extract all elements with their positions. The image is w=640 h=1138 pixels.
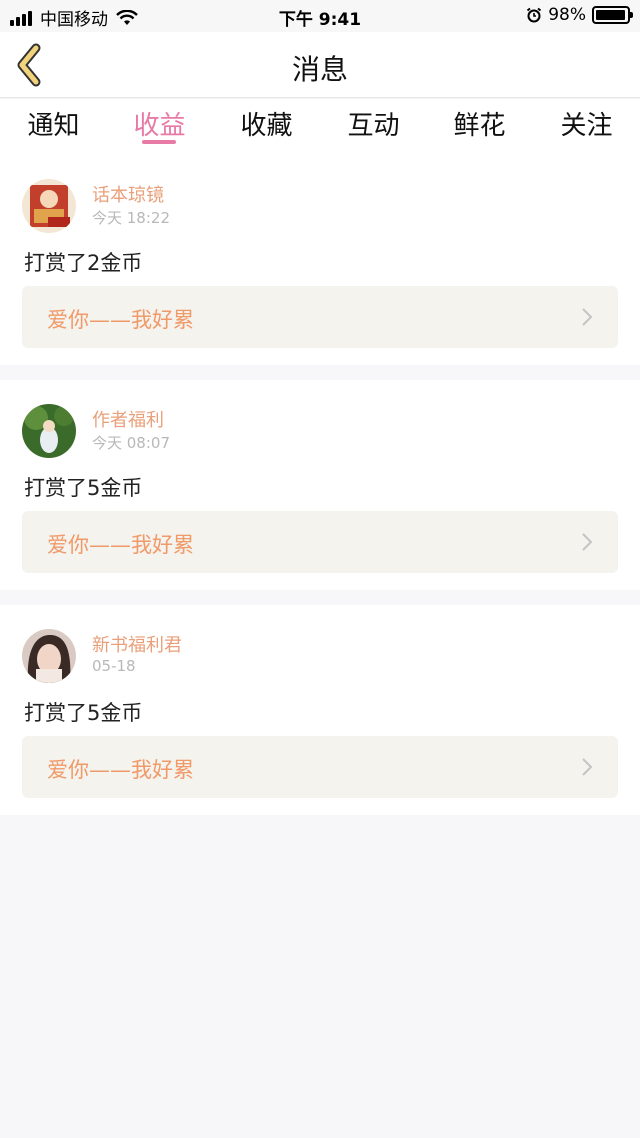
nav-bar: 消息	[0, 32, 640, 98]
avatar[interactable]	[22, 629, 76, 683]
chevron-right-icon	[582, 308, 593, 326]
battery-percent: 98%	[548, 5, 586, 25]
book-link[interactable]: 爱你——我好累	[22, 286, 618, 348]
message-text: 打赏了2金币	[24, 251, 143, 275]
page-title: 消息	[291, 53, 348, 86]
tab-bar: 通知 收益 收藏 互动 鲜花 关注	[0, 99, 640, 155]
message-card: 话本琼镜 今天 18:22 打赏了2金币 爱你——我好累	[0, 155, 640, 365]
sender-name[interactable]: 作者福利	[92, 406, 164, 432]
message-time: 今天 08:07	[92, 434, 170, 452]
message-card: 作者福利 今天 08:07 打赏了5金币 爱你——我好累	[0, 380, 640, 590]
active-tab-indicator	[142, 140, 176, 144]
alarm-icon	[527, 7, 542, 23]
tab-interaction[interactable]: 互动	[320, 105, 427, 142]
avatar[interactable]	[22, 179, 76, 233]
status-bar: 中国移动 下午 9:41 98%	[0, 0, 640, 32]
tab-notice[interactable]: 通知	[0, 105, 107, 142]
battery-icon	[592, 6, 633, 24]
book-title: 爱你——我好累	[47, 533, 194, 557]
status-right: 98%	[526, 5, 633, 25]
tab-favorites[interactable]: 收藏	[213, 105, 320, 142]
book-link[interactable]: 爱你——我好累	[22, 736, 618, 798]
message-text: 打赏了5金币	[24, 701, 143, 725]
sender-name[interactable]: 新书福利君	[92, 631, 182, 657]
battery-fill	[596, 10, 626, 20]
tab-flowers[interactable]: 鲜花	[426, 105, 533, 142]
message-time: 今天 18:22	[92, 209, 170, 227]
chevron-right-icon	[582, 533, 593, 551]
book-title: 爱你——我好累	[47, 758, 194, 782]
avatar[interactable]	[22, 404, 76, 458]
message-card: 新书福利君 05-18 打赏了5金币 爱你——我好累	[0, 605, 640, 815]
book-link[interactable]: 爱你——我好累	[22, 511, 618, 573]
sender-name[interactable]: 话本琼镜	[92, 181, 164, 207]
book-title: 爱你——我好累	[47, 308, 194, 332]
message-text: 打赏了5金币	[24, 476, 143, 500]
tab-earnings[interactable]: 收益	[106, 105, 213, 142]
tab-follow[interactable]: 关注	[533, 105, 640, 142]
message-time: 05-18	[92, 657, 136, 675]
chevron-right-icon	[582, 758, 593, 776]
